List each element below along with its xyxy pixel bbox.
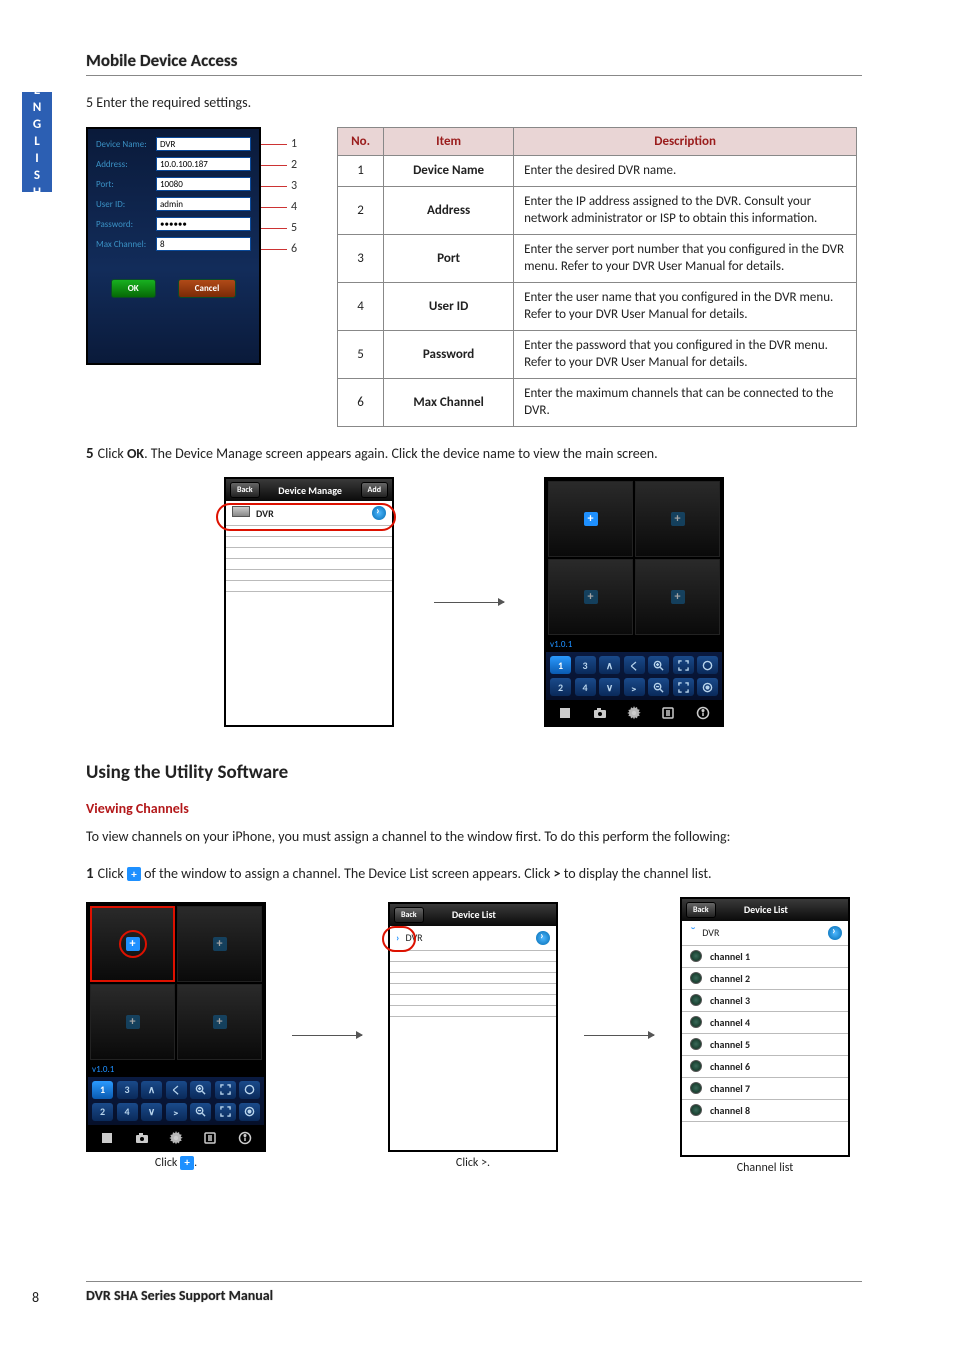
info-icon[interactable] — [692, 704, 714, 722]
chevron-icon — [536, 931, 550, 945]
focus-near-icon[interactable] — [673, 656, 694, 674]
language-tab: ENGLISH — [22, 92, 52, 192]
focus-far-icon[interactable] — [673, 678, 694, 696]
channel-row[interactable]: channel 2 — [682, 968, 848, 990]
back-button[interactable]: Back — [686, 902, 716, 918]
left-icon[interactable]: く — [624, 656, 645, 674]
intro-text: 5 Enter the required settings. — [86, 94, 862, 111]
utility-heading: Using the Utility Software — [86, 761, 862, 784]
channel-row[interactable]: channel 7 — [682, 1078, 848, 1100]
channel-row[interactable]: channel 6 — [682, 1056, 848, 1078]
iris-open-icon[interactable] — [697, 656, 718, 674]
device-row-expanded[interactable]: › DVR — [682, 921, 848, 946]
channel-list-screenshot: Back Device List › DVR channel 1 channel… — [680, 897, 850, 1157]
add-channel-icon[interactable]: + — [584, 512, 598, 526]
stop-icon[interactable] — [554, 704, 576, 722]
down-icon[interactable]: ∨ — [599, 678, 620, 696]
device-icon[interactable] — [657, 704, 679, 722]
zoom-in-icon[interactable] — [648, 656, 669, 674]
channel-row[interactable]: channel 3 — [682, 990, 848, 1012]
camera-icon — [690, 950, 702, 962]
snapshot-icon[interactable] — [589, 704, 611, 722]
control-panel: 1 3 ∧ く 2 4 ∨ ﹥ — [546, 652, 722, 700]
footer-text: DVR SHA Series Support Manual — [86, 1287, 273, 1304]
footer-divider — [86, 1281, 862, 1282]
ok-button[interactable]: OK — [111, 279, 156, 298]
caption-c: Channel list — [737, 1161, 794, 1175]
settings-screenshot: Device Name:DVR Address:10.0.100.187 Por… — [86, 127, 261, 365]
live-view-screenshot: + + + + v1.0.1 1 3 ∧ く 2 4 — [544, 477, 724, 727]
live-view-screenshot-2: + + + + v1.0.1 1 3 ∧く 2 — [86, 902, 266, 1152]
right-icon[interactable]: ﹥ — [624, 678, 645, 696]
up-icon[interactable]: ∧ — [599, 656, 620, 674]
definitions-table: No. Item Description 1Device NameEnter t… — [337, 127, 857, 427]
channel-row[interactable]: channel 8 — [682, 1100, 848, 1122]
step-5-text: 5Click OK. The Device Manage screen appe… — [86, 445, 862, 463]
paragraph: To view channels on your iPhone, you mus… — [86, 827, 862, 847]
arrow-icon — [434, 602, 504, 603]
step-1-text: 1Click + of the window to assign a chann… — [86, 865, 862, 883]
zoom-out-icon[interactable] — [648, 678, 669, 696]
divider — [86, 75, 862, 76]
settings-icon[interactable] — [623, 704, 645, 722]
callout-numbers: 1 2 3 4 5 6 — [255, 127, 297, 427]
channel-row[interactable]: channel 1 — [682, 946, 848, 968]
arrow-icon — [584, 1035, 654, 1036]
viewing-channels-heading: Viewing Channels — [86, 800, 862, 817]
back-button[interactable]: Back — [394, 907, 424, 923]
page-number: 8 — [32, 1289, 39, 1306]
caption-a: Click +. — [155, 1156, 197, 1170]
caption-b: Click >. — [456, 1156, 490, 1170]
plus-icon: + — [127, 867, 141, 881]
iris-close-icon[interactable] — [697, 678, 718, 696]
channel-row[interactable]: channel 4 — [682, 1012, 848, 1034]
channel-row[interactable]: channel 5 — [682, 1034, 848, 1056]
cancel-button[interactable]: Cancel — [178, 279, 237, 298]
arrow-icon — [292, 1035, 362, 1036]
back-button[interactable]: Back — [230, 482, 260, 498]
add-button[interactable]: Add — [361, 482, 388, 498]
section-heading: Mobile Device Access — [86, 50, 862, 71]
chevron-icon — [828, 926, 842, 940]
